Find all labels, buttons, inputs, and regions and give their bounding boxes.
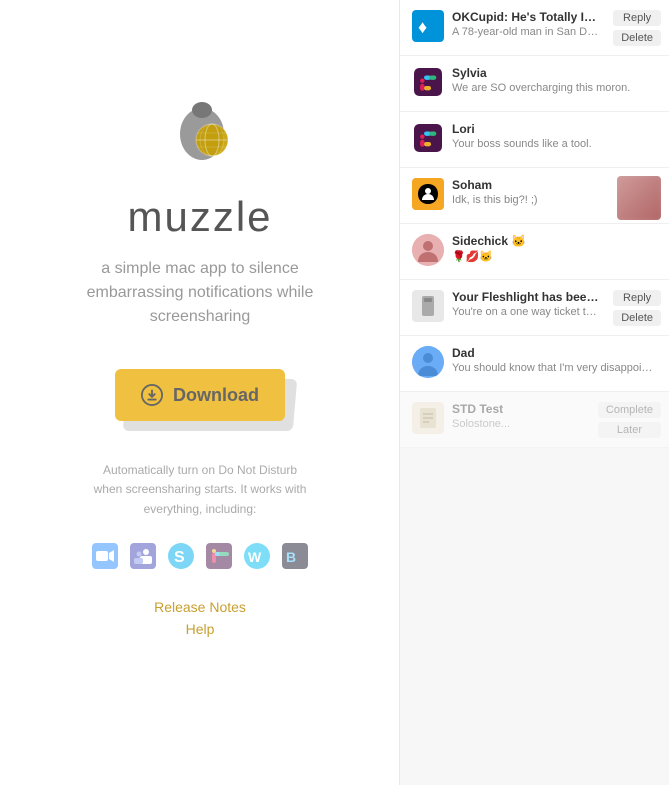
download-label: Download (173, 385, 259, 406)
fleshlight-delete-button[interactable]: Delete (613, 310, 661, 326)
svg-text:B: B (286, 549, 296, 565)
fleshlight-reply-button[interactable]: Reply (613, 290, 661, 306)
sidechick-message: 🌹💋🐱 (452, 250, 657, 263)
download-button[interactable]: Download (115, 369, 285, 421)
std-test-later-button[interactable]: Later (598, 422, 661, 438)
okcupid-title: OKCupid: He's Totally Into You! (452, 10, 599, 24)
app-icons-row: S W B (92, 543, 308, 569)
download-icon (141, 384, 163, 406)
okcupid-reply-button[interactable]: Reply (613, 10, 661, 26)
notification-sidechick: Sidechick 🐱 🌹💋🐱 (400, 224, 669, 280)
std-test-avatar (412, 402, 444, 434)
teams-icon (130, 543, 156, 569)
svg-text:S: S (174, 549, 185, 566)
lori-message: Your boss sounds like a tool. (452, 138, 657, 150)
std-test-title: STD Test (452, 402, 599, 416)
soham-avatar (412, 178, 444, 210)
notification-sylvia: Sylvia We are SO overcharging this moron… (400, 56, 669, 112)
lori-avatar (412, 122, 444, 154)
sidechick-title: Sidechick 🐱 (452, 234, 657, 248)
app-tagline: a simple mac app to silence embarrassing… (70, 257, 330, 329)
app-name: muzzle (127, 193, 272, 241)
dad-title: Dad (452, 346, 657, 360)
sylvia-body: Sylvia We are SO overcharging this moron… (452, 66, 657, 94)
soham-body: Soham Idk, is this big?! ;) (452, 178, 617, 206)
skype-icon: S (168, 543, 194, 569)
notification-lori: Lori Your boss sounds like a tool. (400, 112, 669, 168)
fleshlight-title: Your Fleshlight has been ship... (452, 290, 599, 304)
app-logo (160, 88, 240, 173)
svg-text:♦: ♦ (418, 17, 427, 37)
beam-icon: B (282, 543, 308, 569)
svg-text:W: W (248, 549, 262, 565)
lori-title: Lori (452, 122, 657, 136)
std-test-actions: Complete Later (598, 402, 661, 438)
dad-message: You should know that I'm very disappoint… (452, 362, 657, 374)
lori-body: Lori Your boss sounds like a tool. (452, 122, 657, 150)
soham-message: Idk, is this big?! ;) (452, 194, 617, 206)
okcupid-avatar: ♦ (412, 10, 444, 42)
notification-std-test: STD Test Solostone... Complete Later (400, 392, 669, 448)
release-notes-link[interactable]: Release Notes (154, 599, 246, 615)
okcupid-body: OKCupid: He's Totally Into You! A 78-yea… (452, 10, 599, 38)
std-test-complete-button[interactable]: Complete (598, 402, 661, 418)
okcupid-message: A 78-year-old man in San Diego like... (452, 26, 599, 38)
soham-image (617, 176, 661, 220)
fleshlight-avatar (412, 290, 444, 322)
help-link[interactable]: Help (186, 621, 215, 637)
okcupid-delete-button[interactable]: Delete (613, 30, 661, 46)
fleshlight-message: You're on a one way ticket to pleasu... (452, 306, 599, 318)
notification-soham: Soham Idk, is this big?! ;) (400, 168, 669, 224)
download-wrapper: Download (115, 369, 285, 421)
sylvia-title: Sylvia (452, 66, 657, 80)
std-test-message: Solostone... (452, 418, 599, 430)
okcupid-actions: Reply Delete (613, 10, 661, 46)
std-test-body: STD Test Solostone... (452, 402, 599, 430)
notification-dad: Dad You should know that I'm very disapp… (400, 336, 669, 392)
main-content: muzzle a simple mac app to silence embar… (0, 0, 400, 785)
soham-title: Soham (452, 178, 617, 192)
notification-okcupid: ♦ OKCupid: He's Totally Into You! A 78-y… (400, 0, 669, 56)
notifications-panel: ♦ OKCupid: He's Totally Into You! A 78-y… (399, 0, 669, 785)
sylvia-avatar (412, 66, 444, 98)
fleshlight-actions: Reply Delete (613, 290, 661, 326)
sidechick-avatar (412, 234, 444, 266)
dad-avatar (412, 346, 444, 378)
footer-links: Release Notes Help (154, 599, 246, 637)
sidechick-body: Sidechick 🐱 🌹💋🐱 (452, 234, 657, 263)
dad-body: Dad You should know that I'm very disapp… (452, 346, 657, 374)
webex-icon: W (244, 543, 270, 569)
fleshlight-body: Your Fleshlight has been ship... You're … (452, 290, 599, 318)
compat-text: Automatically turn on Do Not Disturb whe… (90, 461, 310, 519)
notification-fleshlight: Your Fleshlight has been ship... You're … (400, 280, 669, 336)
zoom-icon (92, 543, 118, 569)
slack-icon-app (206, 543, 232, 569)
sylvia-message: We are SO overcharging this moron. (452, 82, 657, 94)
